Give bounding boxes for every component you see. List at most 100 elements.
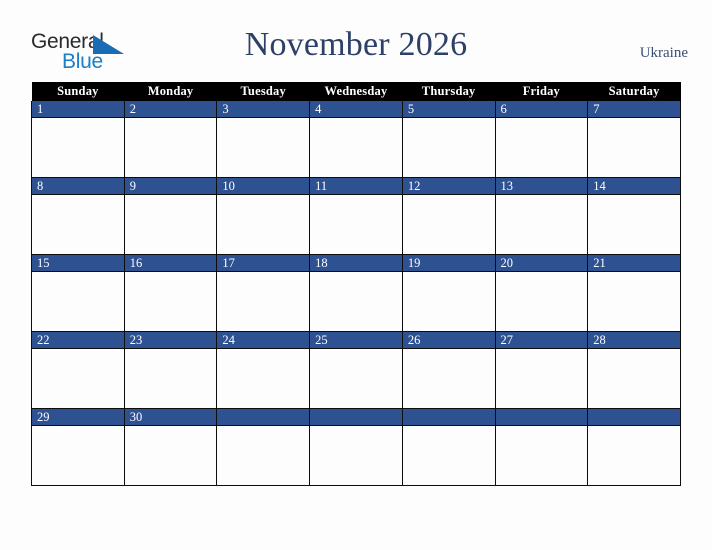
day-events[interactable]	[402, 426, 495, 484]
day-number: 27	[495, 332, 588, 349]
day-events[interactable]	[402, 272, 495, 330]
day-events[interactable]	[124, 349, 217, 407]
day-events[interactable]	[124, 272, 217, 330]
calendar-day-cell[interactable]: 15	[31, 254, 125, 332]
calendar-day-cell[interactable]: 23	[123, 331, 218, 409]
calendar-day-cell[interactable]: 7	[587, 101, 681, 178]
calendar-week-row: 8 9 10 11 12 13 14	[31, 177, 681, 255]
day-number: 15	[32, 255, 124, 272]
calendar-day-cell[interactable]: 30	[123, 408, 218, 486]
calendar-day-cell[interactable]: 1	[31, 101, 125, 178]
calendar-day-cell[interactable]: 5	[401, 101, 496, 178]
day-events[interactable]	[217, 272, 310, 330]
calendar-day-cell[interactable]: 19	[401, 254, 496, 332]
day-events[interactable]	[124, 195, 217, 253]
day-events[interactable]	[495, 349, 588, 407]
day-events[interactable]	[495, 118, 588, 176]
day-events[interactable]	[217, 118, 310, 176]
day-events[interactable]	[588, 195, 680, 253]
day-events[interactable]	[217, 426, 310, 484]
calendar-day-cell[interactable]: 20	[494, 254, 589, 332]
day-number: 13	[495, 178, 588, 195]
calendar-week-row: 22 23 24 25 26 27 28	[31, 331, 681, 409]
calendar-day-cell[interactable]: 21	[587, 254, 681, 332]
day-number: 6	[495, 101, 588, 118]
calendar-day-cell[interactable]: 14	[587, 177, 681, 255]
day-events[interactable]	[402, 349, 495, 407]
day-events[interactable]	[310, 426, 402, 484]
day-events[interactable]	[402, 195, 495, 253]
calendar-day-cell[interactable]	[401, 408, 496, 486]
day-events[interactable]	[310, 349, 402, 407]
day-number: 21	[588, 255, 680, 272]
weekday-header-saturday: Saturday	[587, 82, 681, 101]
calendar-day-cell[interactable]	[216, 408, 311, 486]
day-events[interactable]	[217, 195, 310, 253]
weekday-header-monday: Monday	[124, 82, 217, 101]
day-events[interactable]	[588, 118, 680, 176]
day-number: 5	[402, 101, 495, 118]
calendar-day-cell[interactable]: 22	[31, 331, 125, 409]
day-number: 29	[32, 409, 124, 426]
calendar-day-cell[interactable]	[309, 408, 403, 486]
day-events[interactable]	[32, 195, 124, 253]
day-number: 26	[402, 332, 495, 349]
day-number: 14	[588, 178, 680, 195]
day-events[interactable]	[217, 349, 310, 407]
calendar-day-cell[interactable]: 17	[216, 254, 311, 332]
day-number: 25	[310, 332, 402, 349]
calendar-day-cell[interactable]: 13	[494, 177, 589, 255]
calendar-week-row: 29 30	[31, 408, 681, 486]
calendar-week-row: 1 2 3 4 5 6 7	[31, 101, 681, 178]
day-events[interactable]	[310, 272, 402, 330]
day-number: 8	[32, 178, 124, 195]
day-events[interactable]	[495, 195, 588, 253]
weekday-header-thursday: Thursday	[402, 82, 496, 101]
day-events[interactable]	[124, 426, 217, 484]
day-number: 11	[310, 178, 402, 195]
calendar-day-cell[interactable]: 27	[494, 331, 589, 409]
country-label: Ukraine	[639, 45, 688, 61]
day-events[interactable]	[32, 118, 124, 176]
day-number: 23	[124, 332, 217, 349]
day-events[interactable]	[588, 426, 680, 484]
day-events[interactable]	[32, 426, 124, 484]
calendar-day-cell[interactable]: 26	[401, 331, 496, 409]
day-events[interactable]	[310, 195, 402, 253]
calendar-day-cell[interactable]	[587, 408, 681, 486]
calendar-day-cell[interactable]	[494, 408, 589, 486]
day-number: 3	[217, 101, 310, 118]
calendar-day-cell[interactable]: 11	[309, 177, 403, 255]
day-number: 20	[495, 255, 588, 272]
calendar-day-cell[interactable]: 18	[309, 254, 403, 332]
day-events[interactable]	[310, 118, 402, 176]
day-number: 12	[402, 178, 495, 195]
calendar-day-cell[interactable]: 25	[309, 331, 403, 409]
calendar-day-cell[interactable]: 10	[216, 177, 311, 255]
calendar-day-cell[interactable]: 6	[494, 101, 589, 178]
calendar-day-cell[interactable]: 24	[216, 331, 311, 409]
day-events[interactable]	[588, 272, 680, 330]
day-number: 2	[124, 101, 217, 118]
calendar-week-row: 15 16 17 18 19 20 21	[31, 254, 681, 332]
calendar-day-cell[interactable]: 16	[123, 254, 218, 332]
calendar-day-cell[interactable]: 9	[123, 177, 218, 255]
day-events[interactable]	[495, 426, 588, 484]
day-events[interactable]	[588, 349, 680, 407]
day-events[interactable]	[32, 349, 124, 407]
day-events[interactable]	[32, 272, 124, 330]
day-number: 30	[124, 409, 217, 426]
calendar-day-cell[interactable]: 29	[31, 408, 125, 486]
calendar-day-cell[interactable]: 3	[216, 101, 311, 178]
day-events[interactable]	[495, 272, 588, 330]
calendar-day-cell[interactable]: 12	[401, 177, 496, 255]
calendar-day-cell[interactable]: 2	[123, 101, 218, 178]
weekday-header-tuesday: Tuesday	[216, 82, 310, 101]
calendar-day-cell[interactable]: 8	[31, 177, 125, 255]
day-events[interactable]	[124, 118, 217, 176]
day-events[interactable]	[402, 118, 495, 176]
day-number: 7	[588, 101, 680, 118]
calendar-day-cell[interactable]: 4	[309, 101, 403, 178]
calendar-day-cell[interactable]: 28	[587, 331, 681, 409]
weekday-header-row: Sunday Monday Tuesday Wednesday Thursday…	[31, 82, 681, 101]
